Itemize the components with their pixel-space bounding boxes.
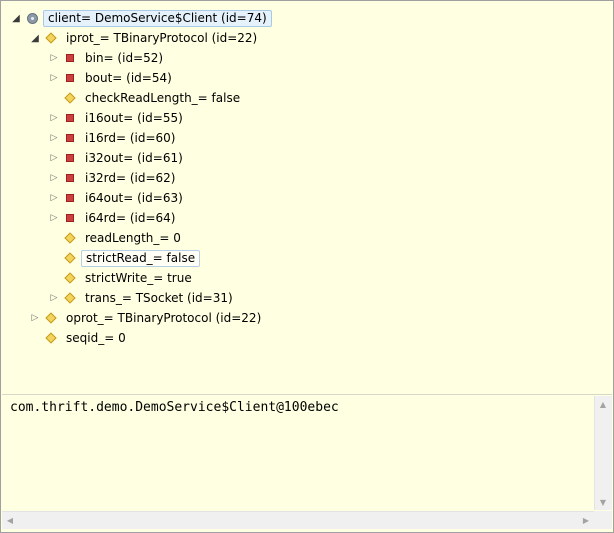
private-field-icon — [62, 68, 78, 88]
tree-row[interactable]: ▷ i32rd= (id=62) — [46, 168, 179, 188]
tree-row[interactable]: ▷ trans_= TSocket (id=31) — [46, 288, 237, 308]
tree-row[interactable]: ▷ oprot_= TBinaryProtocol (id=22) — [27, 308, 265, 328]
scroll-down-arrow-icon[interactable]: ▼ — [595, 494, 611, 510]
tree-row[interactable]: ◢ client= DemoService$Client (id=74) — [8, 8, 272, 28]
tree-row[interactable]: ▷ i32out= (id=61) — [46, 148, 187, 168]
tree-item-label[interactable]: bout= (id=54) — [81, 70, 176, 86]
details-pane[interactable]: com.thrift.demo.DemoService$Client@100eb… — [2, 396, 592, 510]
tree-row[interactable]: strictWrite_= true — [46, 268, 196, 288]
details-vertical-scrollbar[interactable]: ▲ ▼ — [594, 396, 612, 510]
tree-item-label[interactable]: i64rd= (id=64) — [81, 210, 179, 226]
tree-item-label[interactable]: trans_= TSocket (id=31) — [81, 290, 237, 306]
tree-row[interactable]: ▷ i16out= (id=55) — [46, 108, 187, 128]
tree-item-label[interactable]: i64out= (id=63) — [81, 190, 187, 206]
tree-item-label[interactable]: iprot_= TBinaryProtocol (id=22) — [62, 30, 261, 46]
private-field-icon — [62, 108, 78, 128]
expand-arrow-icon[interactable]: ▷ — [46, 128, 62, 148]
tree-row[interactable]: seqid_= 0 — [27, 328, 130, 348]
details-value-text[interactable]: com.thrift.demo.DemoService$Client@100eb… — [10, 400, 339, 415]
variables-tree[interactable]: ◢ client= DemoService$Client (id=74) ◢ ipro… — [2, 2, 610, 394]
field-icon — [43, 308, 59, 328]
scroll-left-arrow-icon[interactable]: ◀ — [2, 512, 18, 528]
field-icon — [43, 328, 59, 348]
tree-item-label[interactable]: readLength_= 0 — [81, 230, 185, 246]
expand-arrow-icon[interactable]: ▷ — [46, 68, 62, 88]
expand-arrow-icon[interactable]: ▷ — [46, 148, 62, 168]
tree-item-label[interactable]: oprot_= TBinaryProtocol (id=22) — [62, 310, 265, 326]
tree-item-label[interactable]: i32rd= (id=62) — [81, 170, 179, 186]
collapse-arrow-icon[interactable]: ◢ — [27, 28, 43, 48]
tree-row[interactable]: ▷ bout= (id=54) — [46, 68, 176, 88]
private-field-icon — [62, 188, 78, 208]
expand-arrow-icon[interactable]: ▷ — [46, 168, 62, 188]
tree-item-label[interactable]: i16out= (id=55) — [81, 110, 187, 126]
expand-arrow-icon[interactable]: ▷ — [46, 288, 62, 308]
object-icon — [24, 8, 40, 28]
collapse-arrow-icon[interactable]: ◢ — [8, 8, 24, 28]
tree-item-label[interactable]: strictWrite_= true — [81, 270, 196, 286]
scroll-up-arrow-icon[interactable]: ▲ — [595, 396, 611, 412]
field-icon — [62, 228, 78, 248]
private-field-icon — [62, 168, 78, 188]
expand-arrow-icon[interactable]: ▷ — [46, 48, 62, 68]
tree-row[interactable]: ▷ bin= (id=52) — [46, 48, 167, 68]
field-icon — [62, 288, 78, 308]
field-icon — [62, 88, 78, 108]
tree-item-label[interactable]: i32out= (id=61) — [81, 150, 187, 166]
field-icon — [62, 248, 78, 268]
tree-row[interactable]: checkReadLength_= false — [46, 88, 244, 108]
tree-item-label[interactable]: i16rd= (id=60) — [81, 130, 179, 146]
tree-row[interactable]: ▷ i16rd= (id=60) — [46, 128, 179, 148]
field-icon — [62, 268, 78, 288]
tree-row[interactable]: ▷ i64out= (id=63) — [46, 188, 187, 208]
private-field-icon — [62, 48, 78, 68]
private-field-icon — [62, 148, 78, 168]
field-icon — [43, 28, 59, 48]
tree-row[interactable]: readLength_= 0 — [46, 228, 185, 248]
private-field-icon — [62, 208, 78, 228]
tree-item-label[interactable]: client= DemoService$Client (id=74) — [43, 9, 272, 27]
details-horizontal-scrollbar[interactable]: ◀ ▶ — [2, 511, 594, 529]
scrollbar-corner — [594, 511, 612, 529]
expand-arrow-icon[interactable]: ▷ — [46, 208, 62, 228]
variables-view: ◢ client= DemoService$Client (id=74) ◢ ipro… — [0, 0, 614, 533]
tree-item-label[interactable]: bin= (id=52) — [81, 50, 167, 66]
pane-splitter[interactable] — [2, 394, 612, 395]
tree-item-label[interactable]: checkReadLength_= false — [81, 90, 244, 106]
expand-arrow-icon[interactable]: ▷ — [46, 188, 62, 208]
tree-row[interactable]: ◢ iprot_= TBinaryProtocol (id=22) — [27, 28, 261, 48]
private-field-icon — [62, 128, 78, 148]
expand-arrow-icon[interactable]: ▷ — [46, 108, 62, 128]
expand-arrow-icon[interactable]: ▷ — [27, 308, 43, 328]
tree-row[interactable]: ▷ i64rd= (id=64) — [46, 208, 179, 228]
scroll-right-arrow-icon[interactable]: ▶ — [578, 512, 594, 528]
tree-row[interactable]: strictRead_= false — [46, 248, 201, 268]
tree-item-label[interactable]: strictRead_= false — [81, 249, 201, 267]
tree-item-label[interactable]: seqid_= 0 — [62, 330, 130, 346]
